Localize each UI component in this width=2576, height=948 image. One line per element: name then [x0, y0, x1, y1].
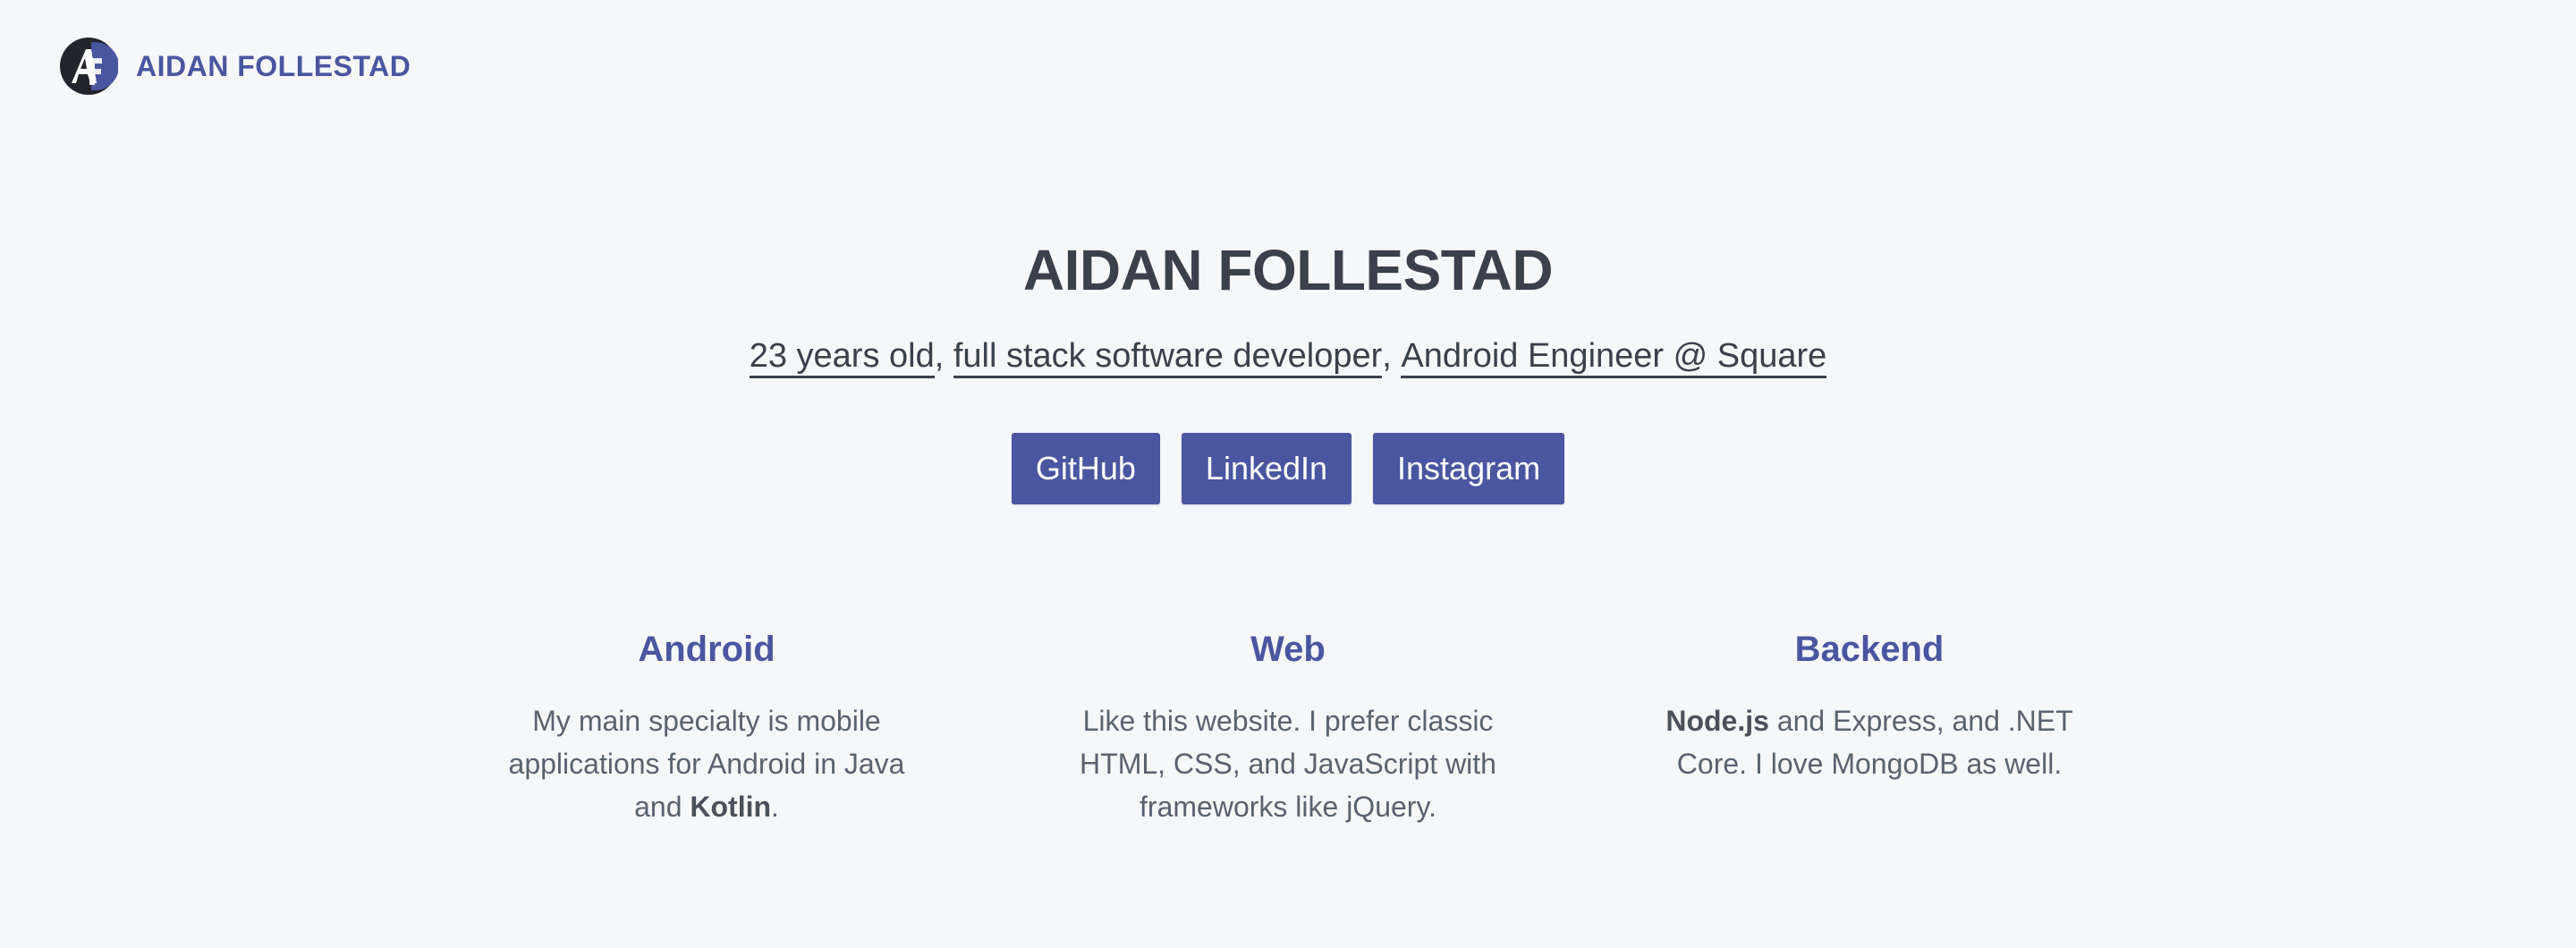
skill-description: Like this website. I prefer classic HTML…	[1069, 699, 1507, 828]
skill-backend: Backend Node.js and Express, and .NET Co…	[1650, 624, 2089, 828]
skill-web: Web Like this website. I prefer classic …	[1069, 624, 1507, 828]
site-header: AIDAN FOLLESTAD	[59, 36, 411, 97]
hero-section: AIDAN FOLLESTAD 23 years old, full stack…	[0, 234, 2576, 504]
tag-age: 23 years old	[749, 336, 935, 378]
tagline: 23 years old, full stack software develo…	[0, 329, 2576, 383]
af-logo-icon[interactable]	[59, 37, 118, 96]
skill-description: My main specialty is mobile applications…	[487, 699, 926, 828]
linkedin-button[interactable]: LinkedIn	[1181, 433, 1352, 504]
skill-text-part: .	[771, 791, 779, 823]
skill-description: Node.js and Express, and .NET Core. I lo…	[1650, 699, 2089, 785]
tag-role: full stack software developer	[953, 336, 1383, 378]
skill-text-bold: Kotlin	[690, 791, 772, 823]
skill-text-part: Like this website. I prefer classic HTML…	[1080, 705, 1496, 823]
social-buttons: GitHub LinkedIn Instagram	[0, 433, 2576, 504]
tag-separator: ,	[934, 337, 945, 375]
github-button[interactable]: GitHub	[1011, 433, 1160, 504]
skill-android: Android My main specialty is mobile appl…	[487, 624, 926, 828]
page-title: AIDAN FOLLESTAD	[1022, 238, 1554, 302]
brand-name[interactable]: AIDAN FOLLESTAD	[136, 50, 411, 83]
tag-separator: ,	[1382, 337, 1392, 375]
skill-text-bold: Node.js	[1665, 705, 1769, 737]
skill-title: Web	[1250, 630, 1326, 669]
skill-title: Android	[638, 630, 775, 669]
skill-title: Backend	[1794, 630, 1945, 669]
skills-section: Android My main specialty is mobile appl…	[0, 624, 2576, 828]
instagram-button[interactable]: Instagram	[1373, 433, 1565, 504]
tag-employer: Android Engineer @ Square	[1401, 336, 1827, 378]
